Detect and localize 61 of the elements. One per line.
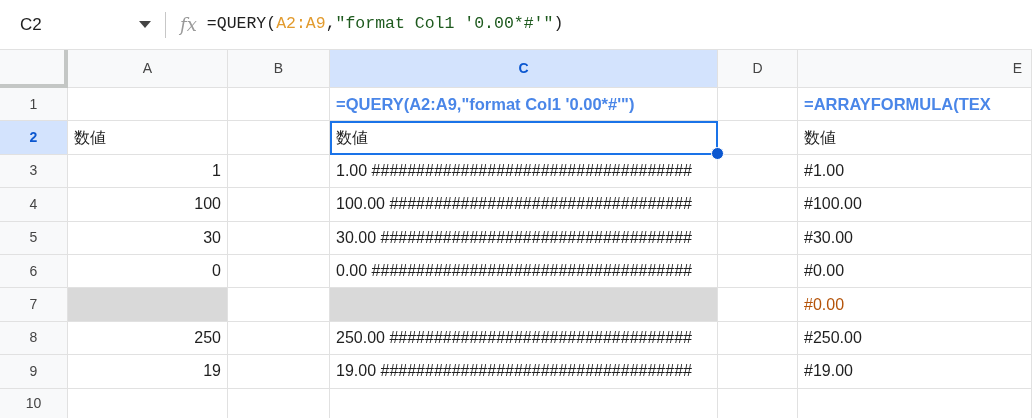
table-cell[interactable]: 19 [68,355,228,389]
table-cell[interactable] [228,121,330,155]
table-cell[interactable] [228,254,330,289]
table-cell[interactable] [718,321,798,356]
table-cell[interactable] [718,221,798,255]
row-header[interactable]: 10 [0,388,68,418]
fill-handle[interactable] [711,147,724,160]
table-cell[interactable]: 250 [68,321,228,356]
table-cell[interactable] [330,288,718,322]
table-cell[interactable]: #0.00 [798,254,1032,289]
table-cell[interactable]: #100.00 [798,188,1032,222]
table-cell[interactable]: 数値 [330,121,718,155]
column-header[interactable]: B [228,50,330,88]
formula-input[interactable]: =QUERY(A2:A9,"format Col1 '0.00*#'") [206,12,564,37]
table-cell[interactable]: 数値 [68,121,228,155]
table-cell[interactable] [718,254,798,289]
table-cell[interactable] [718,355,798,389]
row-header[interactable]: 2 [0,121,68,155]
table-cell[interactable] [228,188,330,222]
table-cell[interactable] [718,188,798,222]
table-cell[interactable]: #0.00 [798,288,1032,322]
table-cell[interactable] [228,221,330,255]
table-cell[interactable]: #250.00 [798,321,1032,356]
dropdown-caret-icon[interactable] [139,21,151,28]
table-cell[interactable]: #1.00 [798,154,1032,189]
row-header[interactable]: 3 [0,154,68,189]
table-cell[interactable] [228,355,330,389]
table-cell[interactable]: 1 [68,154,228,189]
table-cell[interactable]: 100.00 ################################## [330,188,718,222]
row-header[interactable]: 5 [0,221,68,255]
function-icon: fx [180,11,197,38]
table-cell[interactable] [718,288,798,322]
table-cell[interactable]: =QUERY(A2:A9,"format Col1 '0.00*#'") [330,88,718,122]
table-cell[interactable] [68,88,228,122]
table-cell[interactable]: 30.00 ################################### [330,221,718,255]
table-cell[interactable]: 30 [68,221,228,255]
table-cell[interactable]: 数値 [798,121,1032,155]
table-cell[interactable] [68,288,228,322]
column-header[interactable]: A [68,50,228,88]
table-cell[interactable]: 250.00 ################################## [330,321,718,356]
table-cell[interactable]: #19.00 [798,355,1032,389]
row-header[interactable]: 9 [0,355,68,389]
table-cell[interactable]: 100 [68,188,228,222]
select-all-corner[interactable] [0,50,68,88]
table-cell[interactable]: 19.00 ################################### [330,355,718,389]
row-header[interactable]: 8 [0,321,68,356]
row-header[interactable]: 7 [0,288,68,322]
table-cell[interactable]: 1.00 #################################### [330,154,718,189]
column-header[interactable]: D [718,50,798,88]
row-header[interactable]: 4 [0,188,68,222]
table-cell[interactable] [228,88,330,122]
row-header[interactable]: 1 [0,88,68,122]
column-header[interactable]: C [330,50,718,88]
table-cell[interactable]: =ARRAYFORMULA(TEX [798,88,1032,122]
table-cell[interactable] [718,88,798,122]
cell-reference[interactable]: C2 [20,11,42,38]
table-cell[interactable]: #30.00 [798,221,1032,255]
table-cell[interactable] [228,321,330,356]
table-cell[interactable] [228,154,330,189]
column-header[interactable]: E [798,50,1032,88]
row-header[interactable]: 6 [0,254,68,289]
